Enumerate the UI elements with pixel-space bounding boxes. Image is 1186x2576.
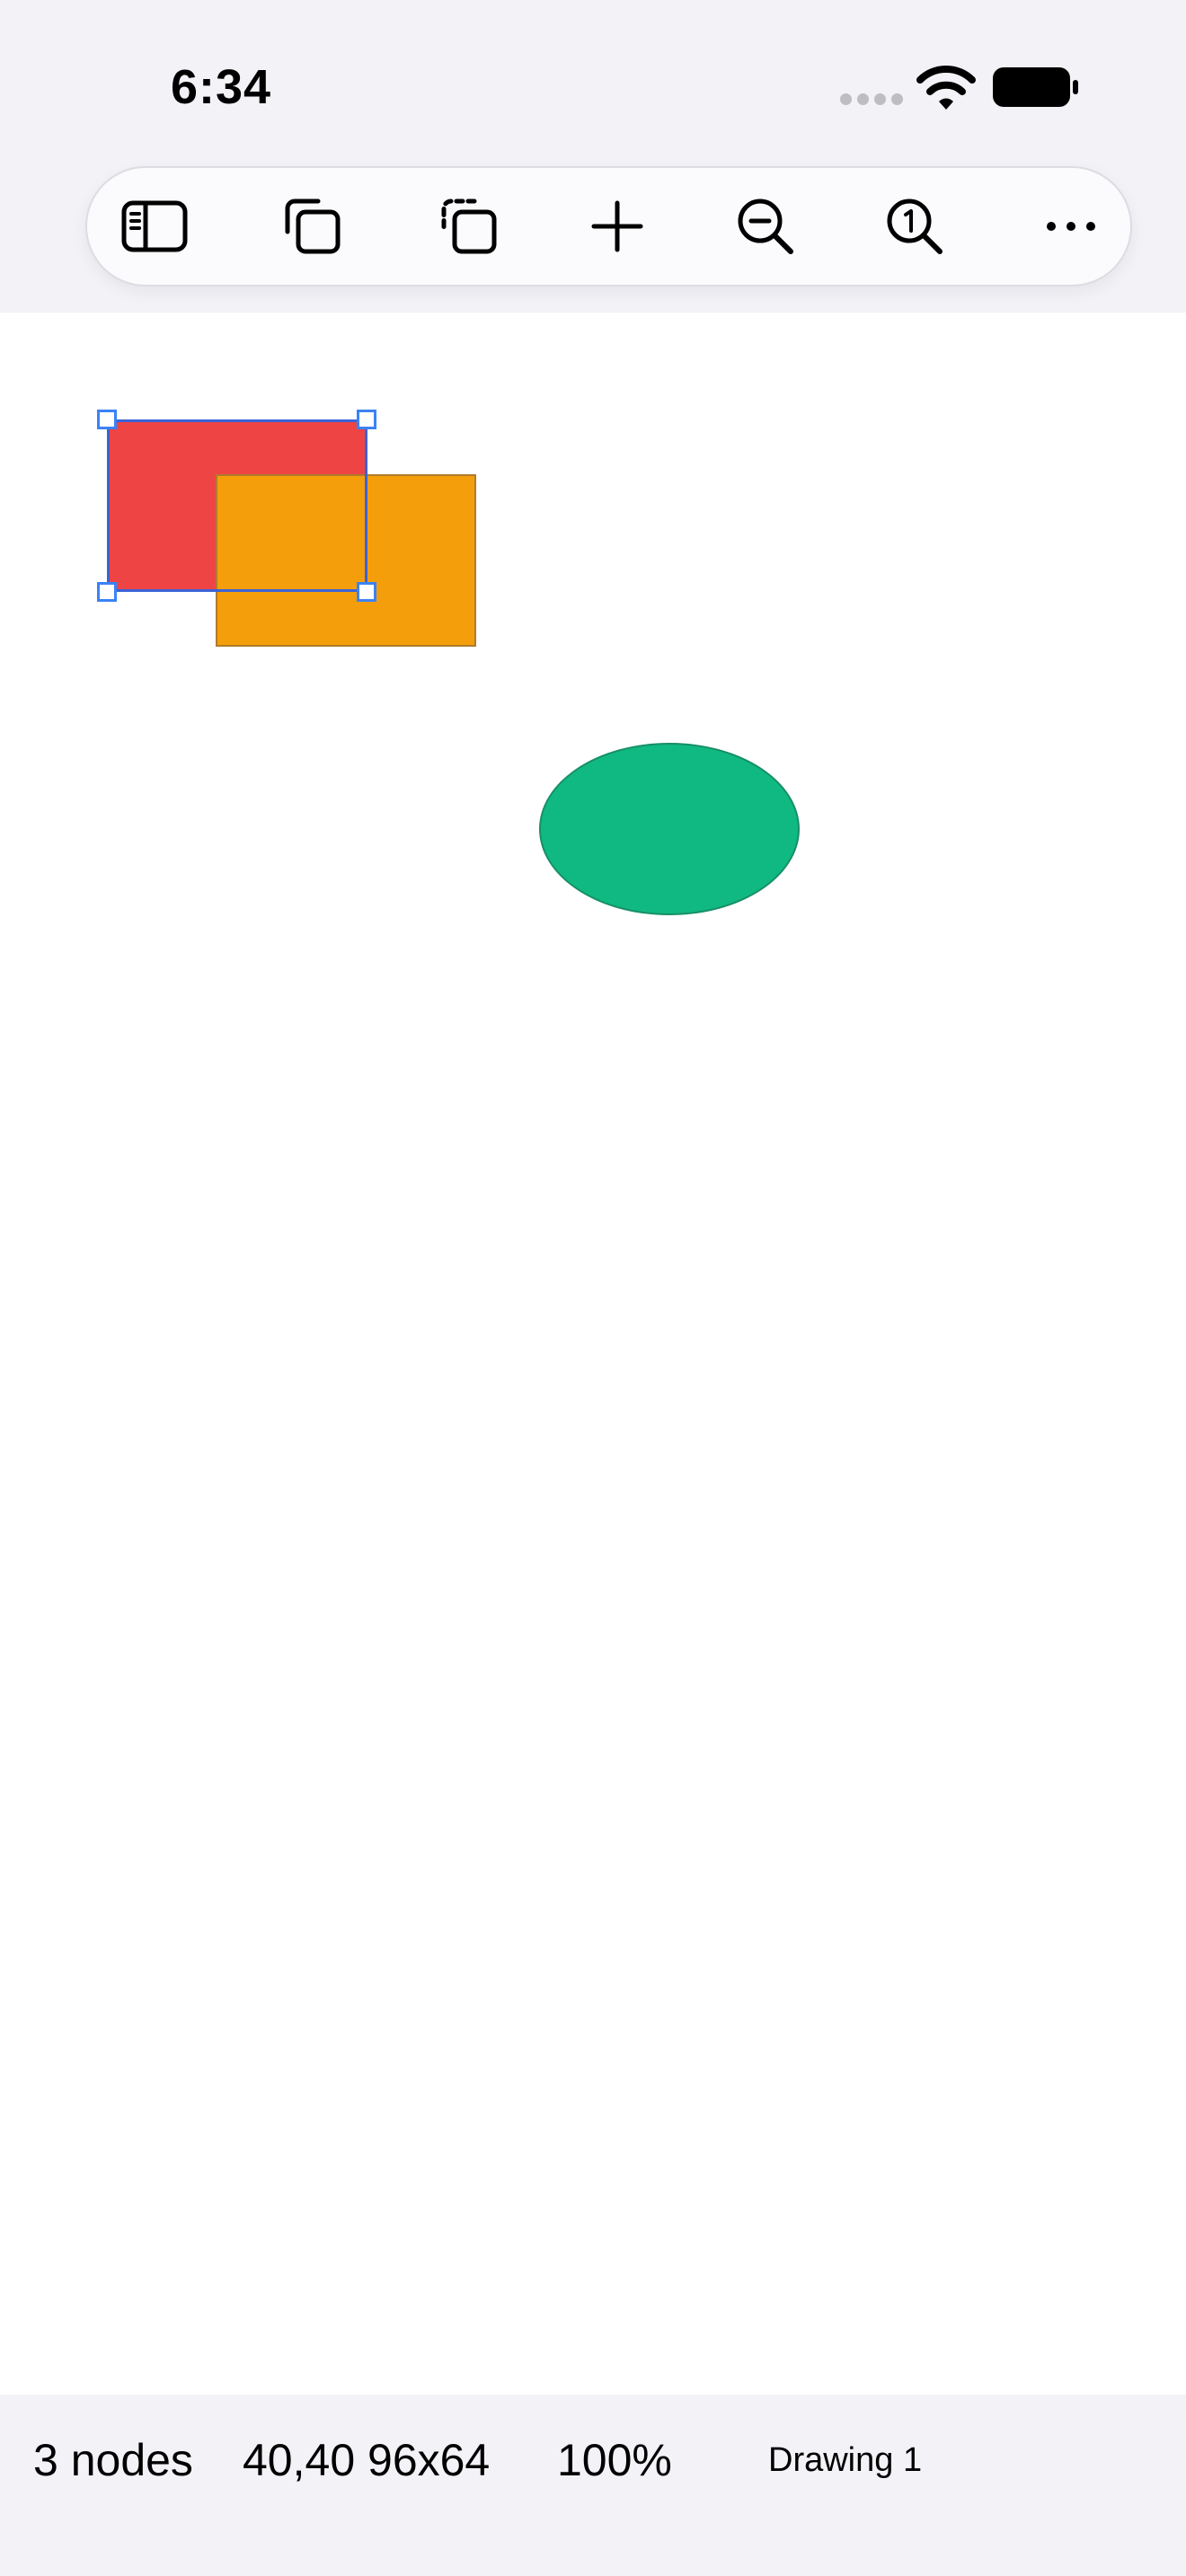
sidebar-icon [121, 200, 188, 252]
drawing-canvas[interactable] [0, 313, 1186, 2395]
resize-handle-bottom-right[interactable] [357, 582, 376, 602]
document-name-label: Drawing 1 [768, 2441, 923, 2479]
node-count-label: 3 nodes [33, 2435, 193, 2485]
duplicate-button[interactable] [263, 168, 362, 285]
paste-icon [441, 198, 497, 254]
plus-icon [591, 200, 643, 252]
green-ellipse-shape[interactable] [539, 743, 800, 915]
paste-button[interactable] [420, 168, 518, 285]
zoom-reset-button[interactable] [865, 168, 964, 285]
resize-handle-top-left[interactable] [97, 410, 117, 429]
zoom-out-icon [738, 198, 793, 254]
ellipsis-icon [1047, 222, 1095, 231]
resize-handle-top-right[interactable] [357, 410, 376, 429]
toolbar [85, 166, 1132, 287]
zoom-one-icon [887, 198, 943, 254]
bottom-status-bar: 3 nodes 40,40 96x64 100% Drawing 1 [0, 2395, 1186, 2576]
battery-icon [993, 67, 1078, 107]
status-bar: 6:34 [0, 0, 1186, 171]
zoom-level-label: 100% [557, 2435, 672, 2485]
duplicate-icon [285, 198, 341, 254]
zoom-out-button[interactable] [716, 168, 815, 285]
add-button[interactable] [568, 168, 667, 285]
selection-geometry-label: 40,40 96x64 [243, 2435, 491, 2485]
status-time: 6:34 [171, 60, 272, 114]
orange-rectangle-shape[interactable] [216, 474, 476, 647]
more-button[interactable] [1022, 168, 1120, 285]
cellular-signal-icon [840, 93, 903, 105]
wifi-icon [916, 66, 976, 110]
resize-handle-bottom-left[interactable] [97, 582, 117, 602]
sidebar-toggle-button[interactable] [105, 168, 204, 285]
